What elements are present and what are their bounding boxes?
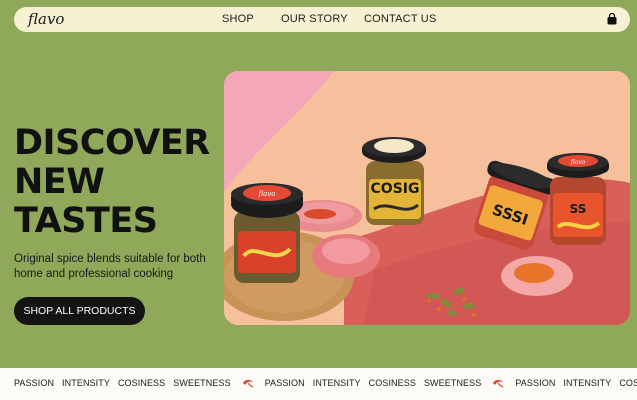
ticker-word: SWEETNESS: [423, 378, 482, 388]
ticker-word: INTENSITY: [312, 378, 361, 388]
shop-all-products-button[interactable]: SHOP ALL PRODUCTS: [14, 297, 145, 325]
values-ticker: PASSION INTENSITY COSINESS SWEETNESS PASSION…: [0, 368, 637, 400]
chili-pepper-icon: [493, 379, 504, 388]
ticker-word: COSINESS: [368, 378, 416, 388]
jar-label: COSIG: [371, 181, 420, 197]
hero-title: DISCOVER NEW TASTES: [14, 124, 224, 241]
jar-label: flavo: [257, 190, 275, 198]
brand-logo[interactable]: flavo: [28, 10, 64, 28]
ticker-word: COSINESS: [619, 378, 637, 388]
hero-title-line: NEW: [14, 162, 105, 202]
ticker-word: SWEETNESS: [173, 378, 231, 388]
spice-jar: flavo: [231, 183, 303, 283]
chili-pepper-icon: [242, 379, 253, 388]
hero-subtitle: Original spice blends suitable for both …: [14, 253, 206, 280]
ticker-word: PASSION: [264, 378, 305, 388]
ticker-word: INTENSITY: [62, 378, 110, 388]
spice-jar: COSIG: [362, 137, 426, 225]
ticker-word: INTENSITY: [563, 378, 612, 388]
hero-product-photo: flavo COSIG SSSI SS flavo: [224, 71, 630, 325]
ticker-track: PASSION INTENSITY COSINESS SWEETNESS PASSION…: [14, 378, 637, 388]
ticker-word: PASSION: [14, 378, 55, 388]
nav-our-story-link[interactable]: OUR STORY: [281, 13, 348, 25]
jar-label: flavo: [570, 159, 586, 166]
svg-text:SS: SS: [570, 202, 587, 216]
ticker-word: COSINESS: [117, 378, 166, 388]
hero-title-line: TASTES: [14, 201, 158, 241]
hero-title-line: DISCOVER: [14, 123, 210, 163]
top-navbar: flavo SHOP OUR STORY CONTACT US: [14, 7, 630, 32]
ticker-word: PASSION: [515, 378, 556, 388]
nav-contact-link[interactable]: CONTACT US: [364, 13, 437, 25]
spice-jar: SS flavo: [547, 153, 609, 245]
shopping-bag-icon[interactable]: [606, 13, 618, 25]
nav-shop-link[interactable]: SHOP: [222, 13, 254, 25]
